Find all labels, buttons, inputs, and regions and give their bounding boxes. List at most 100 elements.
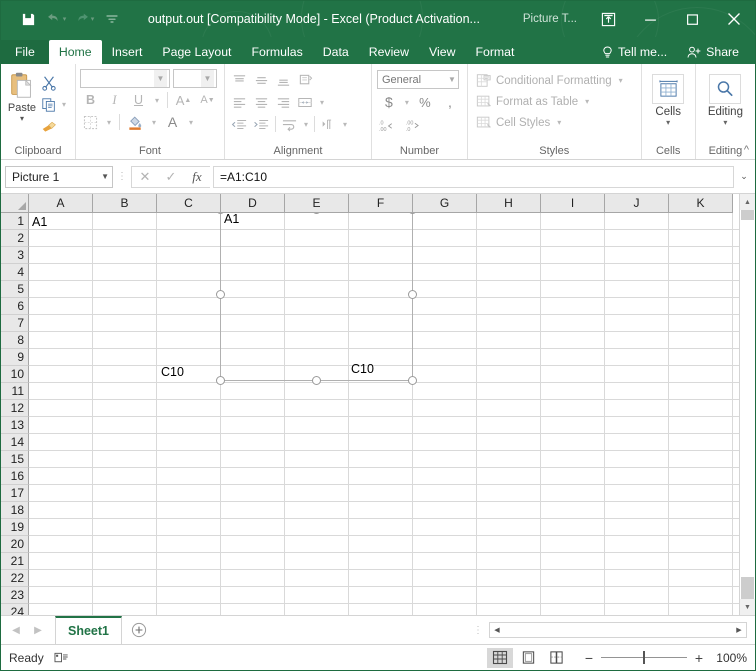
- top-align-button[interactable]: [229, 70, 250, 90]
- tab-page-layout[interactable]: Page Layout: [152, 40, 241, 64]
- tell-me-box[interactable]: Tell me...: [592, 40, 677, 64]
- increase-indent-button[interactable]: [251, 114, 272, 134]
- font-name-input[interactable]: ▼: [80, 69, 170, 88]
- underline-button[interactable]: U: [128, 90, 149, 110]
- font-size-dropdown-icon[interactable]: ▼: [201, 70, 214, 87]
- row-header-22[interactable]: 22: [1, 570, 29, 587]
- font-color-button[interactable]: A: [162, 112, 183, 132]
- zoom-in-button[interactable]: +: [693, 651, 705, 665]
- row-header-5[interactable]: 5: [1, 281, 29, 298]
- name-box-dropdown-icon[interactable]: ▼: [101, 172, 109, 181]
- editing-caret-icon[interactable]: ▾: [723, 119, 727, 127]
- font-color-caret-icon[interactable]: ▾: [186, 118, 196, 127]
- row-header-23[interactable]: 23: [1, 587, 29, 604]
- borders-caret-icon[interactable]: ▾: [104, 118, 114, 127]
- row-header-13[interactable]: 13: [1, 417, 29, 434]
- row-header-14[interactable]: 14: [1, 434, 29, 451]
- text-direction-button[interactable]: [318, 114, 339, 134]
- row-header-10[interactable]: 10: [1, 366, 29, 383]
- align-right-button[interactable]: [273, 92, 294, 112]
- tab-review[interactable]: Review: [359, 40, 419, 64]
- format-as-table-caret-icon[interactable]: ▾: [582, 97, 592, 106]
- format-as-table-button[interactable]: Format as Table ▾: [474, 92, 594, 111]
- row-header-6[interactable]: 6: [1, 298, 29, 315]
- cells-button[interactable]: Cells ▾: [646, 69, 691, 127]
- row-header-7[interactable]: 7: [1, 315, 29, 332]
- horizontal-splitter[interactable]: ⋮: [467, 625, 489, 636]
- row-header-1[interactable]: 1: [1, 213, 29, 230]
- decrease-decimal-button[interactable]: .00.0: [402, 115, 426, 135]
- horizontal-scrollbar[interactable]: ◀ ▶: [489, 622, 747, 638]
- zoom-out-button[interactable]: −: [583, 651, 595, 665]
- middle-align-button[interactable]: [251, 70, 272, 90]
- cancel-formula-icon[interactable]: ✕: [132, 167, 158, 187]
- row-header-11[interactable]: 11: [1, 383, 29, 400]
- row-header-19[interactable]: 19: [1, 519, 29, 536]
- merge-center-caret-icon[interactable]: ▾: [317, 98, 327, 107]
- resize-handle-top-center[interactable]: [312, 213, 321, 214]
- accessibility-checker-icon[interactable]: [54, 651, 69, 665]
- redo-icon[interactable]: ▾: [71, 7, 97, 31]
- vertical-scrollbar[interactable]: ▲ ▼: [739, 194, 755, 615]
- column-header-H[interactable]: H: [477, 194, 541, 213]
- row-header-18[interactable]: 18: [1, 502, 29, 519]
- scroll-down-button[interactable]: ▼: [740, 599, 755, 615]
- tab-format[interactable]: Format: [465, 40, 524, 64]
- save-icon[interactable]: [15, 7, 41, 31]
- paste-button[interactable]: Paste ▾: [5, 69, 39, 122]
- percent-format-button[interactable]: %: [413, 92, 437, 112]
- row-header-15[interactable]: 15: [1, 451, 29, 468]
- cell-styles-caret-icon[interactable]: ▾: [554, 118, 564, 127]
- cut-button[interactable]: [39, 73, 71, 92]
- row-header-16[interactable]: 16: [1, 468, 29, 485]
- merge-and-center-button[interactable]: [295, 92, 316, 112]
- format-painter-button[interactable]: [39, 117, 71, 136]
- column-header-G[interactable]: G: [413, 194, 477, 213]
- column-header-B[interactable]: B: [93, 194, 157, 213]
- orientation-button[interactable]: [295, 70, 316, 90]
- row-header-17[interactable]: 17: [1, 485, 29, 502]
- previous-sheet-icon[interactable]: ◀: [5, 619, 27, 641]
- conditional-formatting-caret-icon[interactable]: ▾: [616, 76, 626, 85]
- close-icon[interactable]: [713, 1, 755, 37]
- bottom-align-button[interactable]: [273, 70, 294, 90]
- scroll-right-button[interactable]: ▶: [732, 623, 746, 637]
- tab-file[interactable]: File: [1, 40, 49, 64]
- row-header-2[interactable]: 2: [1, 230, 29, 247]
- italic-button[interactable]: I: [104, 90, 125, 110]
- column-header-K[interactable]: K: [669, 194, 733, 213]
- accounting-format-button[interactable]: $: [377, 92, 401, 112]
- decrease-indent-button[interactable]: [229, 114, 250, 134]
- resize-handle-bottom-right[interactable]: [408, 376, 417, 385]
- copy-button[interactable]: ▾: [39, 95, 71, 114]
- collapse-ribbon-icon[interactable]: ^: [744, 144, 749, 156]
- increase-decimal-button[interactable]: .0.00: [377, 115, 401, 135]
- resize-handle-middle-right[interactable]: [408, 290, 417, 299]
- select-all-corner[interactable]: [1, 194, 29, 213]
- name-box[interactable]: Picture 1 ▼: [5, 166, 113, 188]
- tab-home[interactable]: Home: [49, 40, 102, 64]
- wrap-text-button[interactable]: [279, 114, 300, 134]
- resize-handle-bottom-center[interactable]: [312, 376, 321, 385]
- bold-button[interactable]: B: [80, 90, 101, 110]
- resize-handle-middle-left[interactable]: [216, 290, 225, 299]
- wrap-text-caret-icon[interactable]: ▾: [301, 120, 311, 129]
- number-format-select[interactable]: General ▼: [377, 70, 459, 89]
- text-direction-caret-icon[interactable]: ▾: [340, 120, 350, 129]
- underline-caret-icon[interactable]: ▾: [152, 96, 162, 105]
- expand-formula-bar-icon[interactable]: ⌄: [737, 171, 751, 182]
- decrease-font-size-button[interactable]: A▼: [197, 90, 218, 110]
- comma-format-button[interactable]: ,: [438, 92, 462, 112]
- fill-color-caret-icon[interactable]: ▾: [149, 118, 159, 127]
- font-name-dropdown-icon[interactable]: ▼: [154, 70, 167, 87]
- column-header-E[interactable]: E: [285, 194, 349, 213]
- row-header-24[interactable]: 24: [1, 604, 29, 615]
- vertical-scroll-lower-region[interactable]: [741, 577, 754, 599]
- zoom-slider-track[interactable]: [601, 657, 687, 658]
- new-sheet-icon[interactable]: [126, 619, 152, 641]
- row-header-12[interactable]: 12: [1, 400, 29, 417]
- conditional-formatting-button[interactable]: Conditional Formatting ▾: [474, 71, 628, 90]
- column-header-A[interactable]: A: [29, 194, 93, 213]
- tab-formulas[interactable]: Formulas: [241, 40, 312, 64]
- cell-styles-button[interactable]: Cell Styles ▾: [474, 113, 566, 132]
